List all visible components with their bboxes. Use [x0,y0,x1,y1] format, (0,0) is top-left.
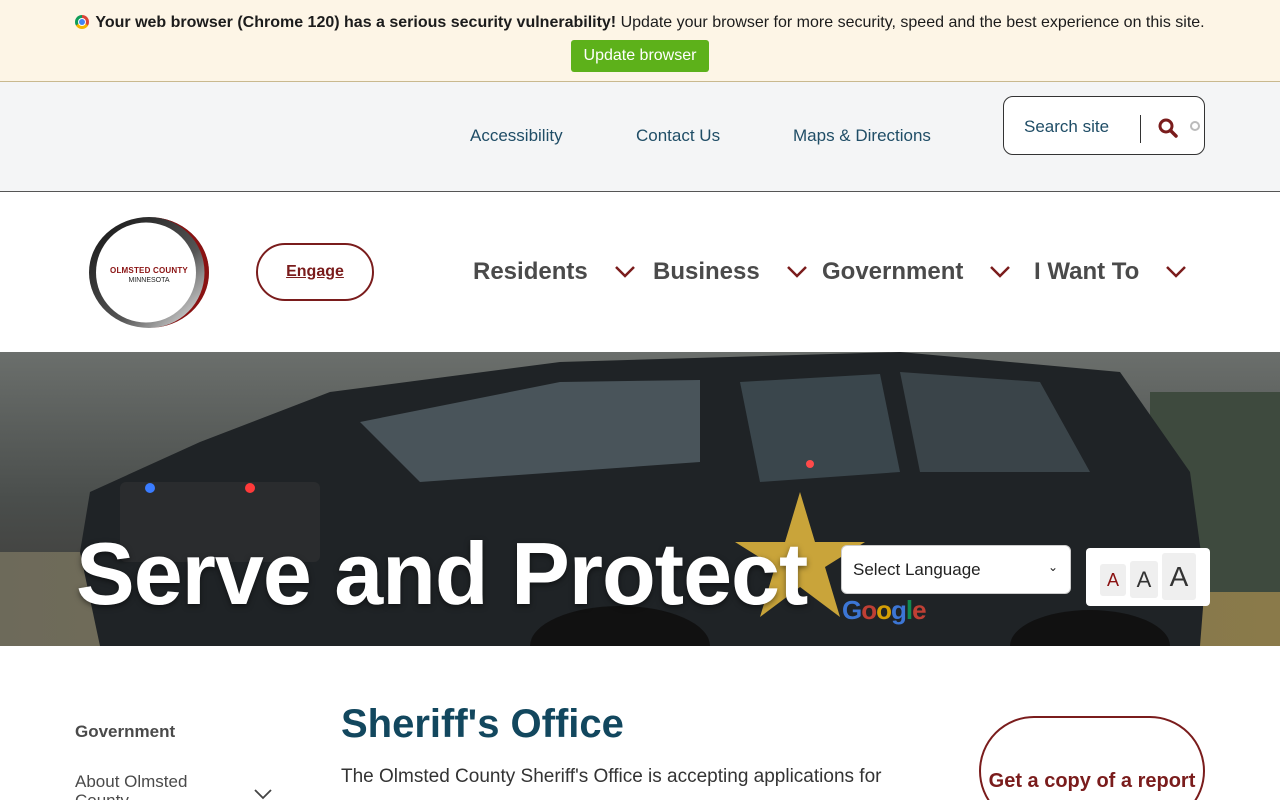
search-button[interactable] [1156,117,1180,141]
chevron-down-icon [1166,266,1187,278]
main-header: OLMSTED COUNTY MINNESOTA Engage Resident… [0,192,1280,352]
hero-banner: Serve and Protect Select Language ⌄ Goog… [0,352,1280,646]
county-logo[interactable]: OLMSTED COUNTY MINNESOTA [88,216,210,329]
nav-government-label: Government [822,258,964,285]
chevron-down-icon [786,266,807,278]
maps-directions-link[interactable]: Maps & Directions [793,126,931,146]
logo-state-name: MINNESOTA [128,277,170,284]
google-logo: Google [842,595,927,626]
accessibility-link[interactable]: Accessibility [470,126,563,146]
nav-i-want-to[interactable]: I Want To [1034,256,1187,288]
hero-title: Serve and Protect [76,524,808,623]
utility-bar: Accessibility Contact Us Maps & Directio… [0,82,1280,192]
browser-alert-message: Your web browser (Chrome 120) has a seri… [0,14,1280,32]
text-size-large-button[interactable]: A [1162,553,1196,600]
nav-i-want-to-label: I Want To [1034,258,1140,285]
get-report-button[interactable]: Get a copy of a report [979,716,1205,800]
nav-residents[interactable]: Residents [473,256,636,288]
chevron-down-icon[interactable] [254,789,272,800]
chevron-down-icon [614,266,635,278]
browser-update-banner: Your web browser (Chrome 120) has a seri… [0,0,1280,82]
alert-bold-text: Your web browser (Chrome 120) has a seri… [95,14,617,31]
language-select-label: Select Language [853,559,981,579]
google-letter: o [861,595,877,625]
nav-business-label: Business [653,258,760,285]
nav-residents-label: Residents [473,258,588,285]
nav-business[interactable]: Business [653,256,808,288]
sidebar-title[interactable]: Government [75,722,175,742]
logo-county-name: OLMSTED COUNTY [110,266,188,275]
search-input[interactable] [1024,115,1134,139]
google-letter: g [891,595,907,625]
text-size-controls: A A A [1086,548,1210,606]
contact-us-link[interactable]: Contact Us [636,126,720,146]
engage-button[interactable]: Engage [256,243,374,301]
google-letter: G [842,595,862,625]
page-intro-text: The Olmsted County Sheriff's Office is a… [341,766,882,787]
sidebar-item-about[interactable]: About Olmsted County [75,772,225,800]
search-box [1003,96,1205,155]
chevron-down-icon [990,266,1011,278]
nav-government[interactable]: Government [822,256,1011,288]
search-icon [1158,118,1178,138]
chrome-icon [75,15,90,29]
loading-spinner-icon [1190,121,1200,131]
text-size-small-button[interactable]: A [1100,564,1126,596]
language-select[interactable]: Select Language ⌄ [841,545,1071,594]
search-divider [1140,115,1141,143]
alert-text: Update your browser for more security, s… [620,14,1205,31]
text-size-medium-button[interactable]: A [1130,561,1158,598]
page-title: Sheriff's Office [341,702,624,746]
update-browser-button[interactable]: Update browser [571,40,709,72]
google-letter: e [912,595,927,625]
chevron-down-icon: ⌄ [1047,560,1058,574]
google-letter: o [876,595,892,625]
